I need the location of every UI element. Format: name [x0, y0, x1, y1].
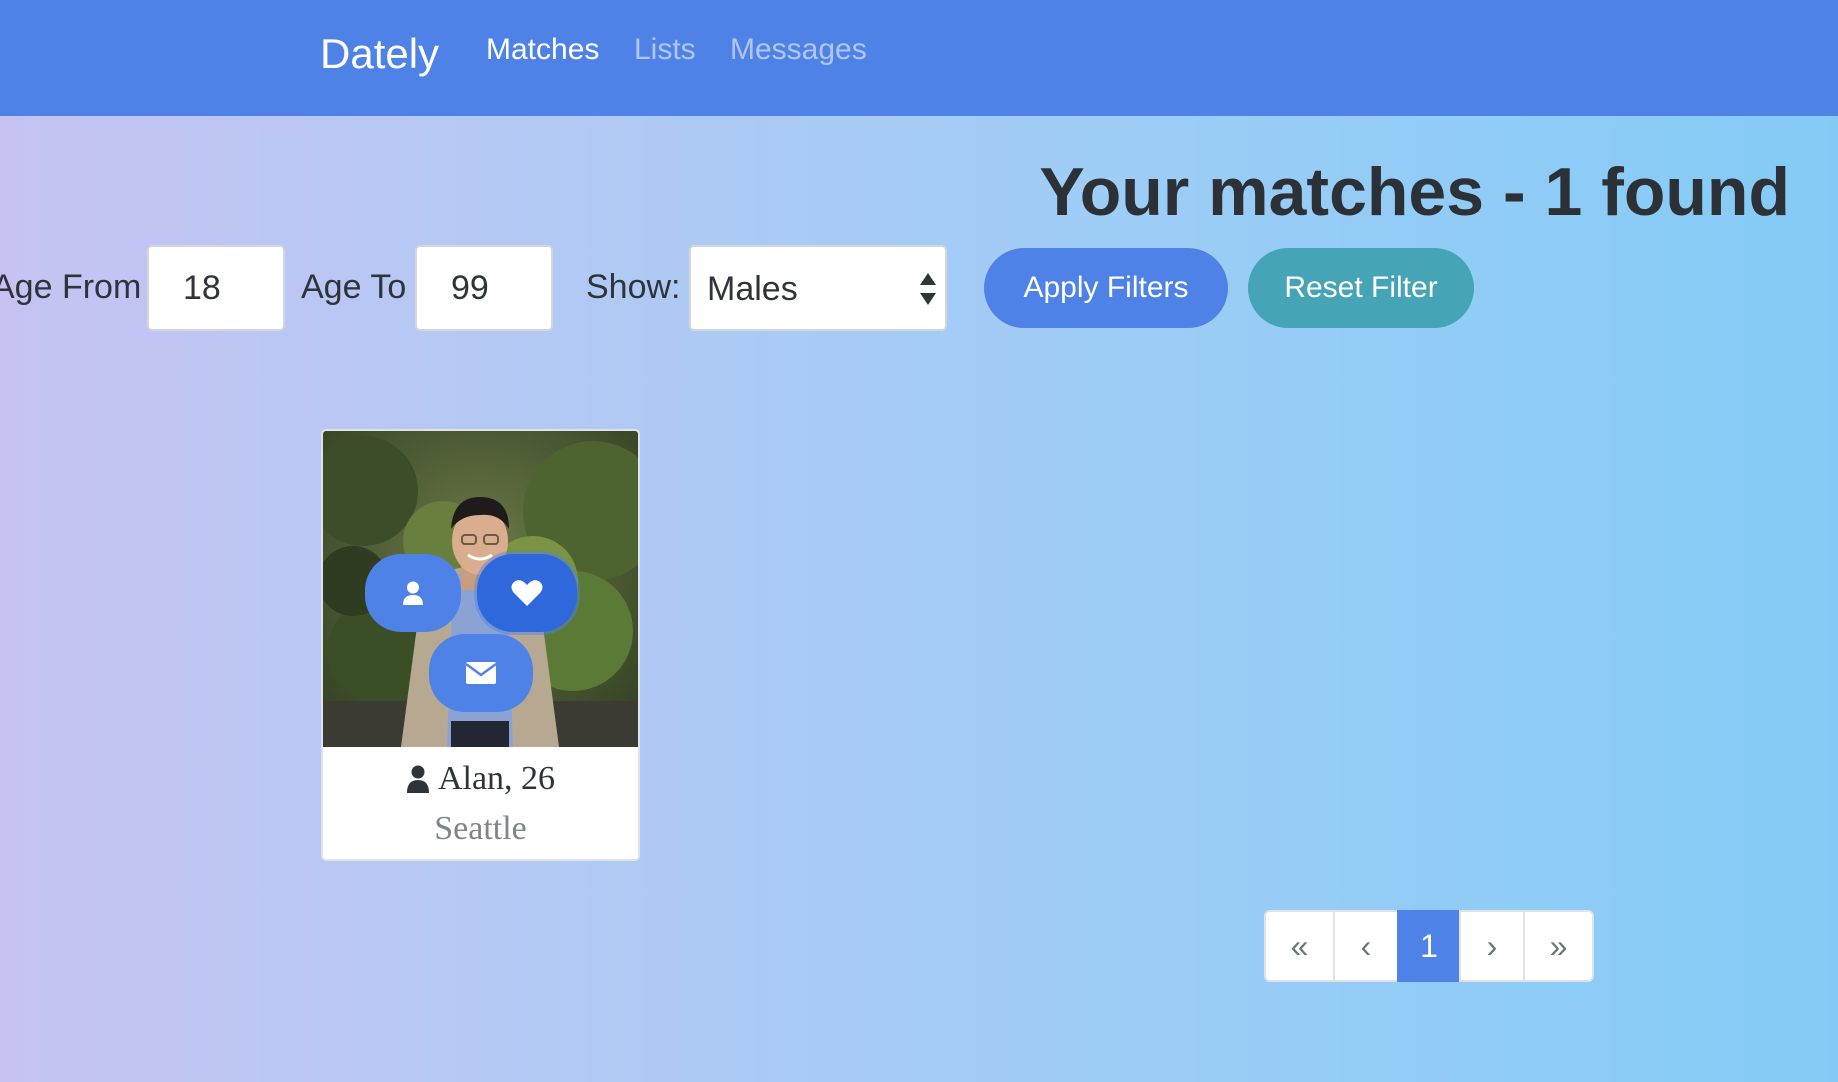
member-card[interactable]: Alan, 26 Seattle [321, 429, 640, 861]
member-city: Seattle [434, 810, 527, 847]
like-button[interactable] [477, 554, 577, 632]
brand-logo[interactable]: Dately [320, 30, 439, 78]
user-icon [403, 581, 423, 605]
member-name-row: Alan, 26 [323, 759, 638, 799]
page-next-button[interactable]: › [1459, 910, 1525, 982]
age-to-label: Age To [301, 268, 407, 306]
user-icon [406, 765, 429, 793]
page-title: Your matches - 1 found [1039, 154, 1790, 230]
page-prev-button[interactable]: ‹ [1333, 910, 1399, 982]
pagination: « ‹ 1 › » [1264, 910, 1594, 982]
nav-link-lists[interactable]: Lists [634, 32, 696, 68]
age-from-input[interactable] [147, 245, 285, 331]
page-last-button[interactable]: » [1523, 910, 1594, 982]
member-name-age: Alan, 26 [437, 760, 556, 797]
age-to-input[interactable] [415, 245, 553, 331]
age-from-label: Age From [0, 268, 142, 306]
gender-select[interactable]: Males [689, 245, 947, 331]
gender-select-value: Males [707, 270, 798, 308]
nav-link-matches[interactable]: Matches [486, 32, 599, 68]
page-first-button[interactable]: « [1264, 910, 1335, 982]
nav-link-messages[interactable]: Messages [730, 32, 867, 68]
select-arrows-icon [920, 273, 936, 305]
message-button[interactable] [429, 634, 533, 712]
envelope-icon [466, 662, 496, 684]
view-profile-button[interactable] [365, 554, 461, 632]
member-info: Alan, 26 Seattle [323, 747, 638, 859]
navbar: Dately Matches Lists Messages [0, 0, 1838, 116]
reset-filter-button[interactable]: Reset Filter [1248, 248, 1474, 328]
heart-icon [511, 580, 543, 606]
page-current-button[interactable]: 1 [1397, 910, 1461, 982]
apply-filters-button[interactable]: Apply Filters [984, 248, 1228, 328]
show-label: Show: [586, 268, 681, 306]
